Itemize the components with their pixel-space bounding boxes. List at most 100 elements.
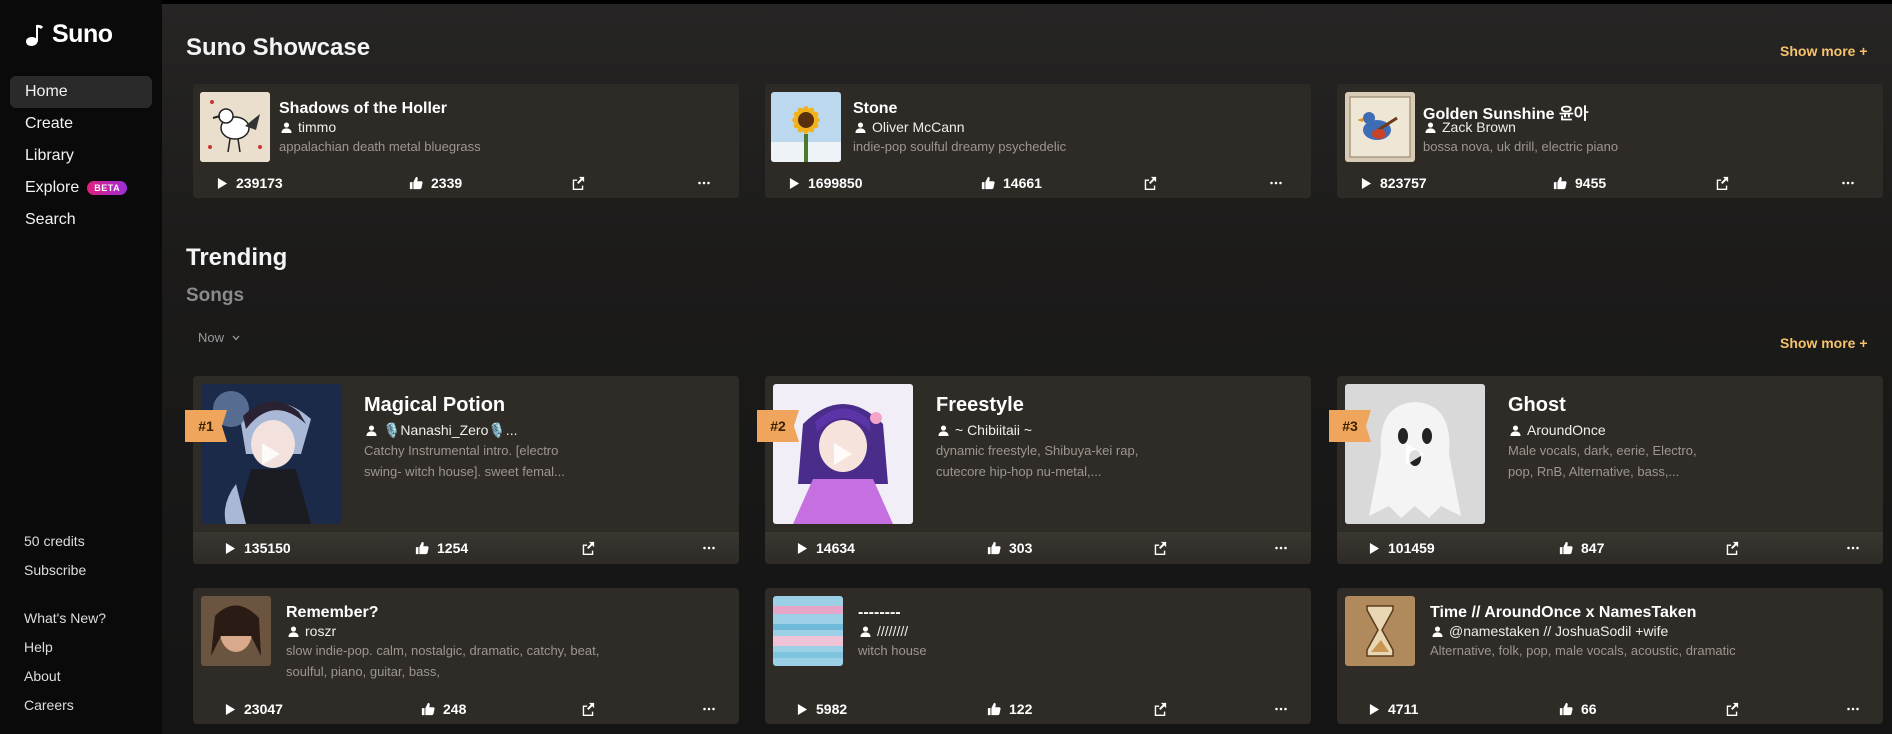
song-cover[interactable] bbox=[771, 92, 841, 162]
song-author[interactable]: roszr bbox=[288, 623, 336, 639]
share-button[interactable] bbox=[581, 541, 595, 555]
like-button[interactable]: 1254 bbox=[415, 540, 468, 556]
share-button[interactable] bbox=[571, 176, 585, 190]
more-options-button[interactable] bbox=[1847, 546, 1859, 550]
thumbs-up-icon bbox=[409, 176, 423, 190]
play-button[interactable]: 239173 bbox=[217, 175, 283, 191]
song-title[interactable]: Magical Potion bbox=[364, 394, 505, 417]
help-link[interactable]: Help bbox=[24, 632, 106, 661]
trending-card[interactable]: #2 Freestyle ~ Chibiitaii ~ dynamic free… bbox=[757, 376, 1311, 564]
time-filter-dropdown[interactable]: Now bbox=[198, 330, 240, 345]
share-button[interactable] bbox=[1715, 176, 1729, 190]
song-author[interactable]: @namestaken // JoshuaSodil +wife bbox=[1432, 623, 1668, 639]
more-options-button[interactable] bbox=[703, 546, 715, 550]
nav-search-label: Search bbox=[25, 211, 76, 228]
song-cover[interactable] bbox=[1345, 384, 1485, 524]
songs-subtitle: Songs bbox=[186, 285, 245, 306]
share-icon bbox=[581, 541, 595, 555]
song-author[interactable]: ~ Chibiitaii ~ bbox=[938, 422, 1032, 438]
showcase-card[interactable]: Shadows of the Holler timmo appalachian … bbox=[193, 84, 739, 198]
share-button[interactable] bbox=[1725, 541, 1739, 555]
like-button[interactable]: 9455 bbox=[1553, 175, 1606, 191]
song-author[interactable]: Oliver McCann bbox=[855, 119, 965, 135]
like-count: 9455 bbox=[1575, 175, 1607, 191]
thumbs-up-icon bbox=[1553, 176, 1567, 190]
song-cover[interactable] bbox=[201, 596, 271, 666]
nav-home[interactable]: Home bbox=[10, 76, 152, 108]
share-button[interactable] bbox=[581, 702, 595, 716]
song-title[interactable]: Shadows of the Holler bbox=[279, 100, 447, 118]
like-button[interactable]: 248 bbox=[421, 701, 466, 717]
thumbs-up-icon bbox=[415, 541, 429, 555]
trending-card[interactable]: Time // AroundOnce x NamesTaken @namesta… bbox=[1337, 588, 1883, 724]
song-author[interactable]: timmo bbox=[281, 119, 336, 135]
song-title[interactable]: Ghost bbox=[1508, 394, 1566, 417]
like-button[interactable]: 2339 bbox=[409, 175, 462, 191]
song-title[interactable]: Time // AroundOnce x NamesTaken bbox=[1430, 604, 1696, 622]
nav-explore[interactable]: Explore BETA bbox=[10, 172, 152, 204]
play-button[interactable]: 823757 bbox=[1361, 175, 1427, 191]
song-cover[interactable] bbox=[201, 384, 341, 524]
more-options-button[interactable] bbox=[703, 707, 715, 711]
like-count: 248 bbox=[443, 701, 467, 717]
song-cover[interactable] bbox=[200, 92, 270, 162]
nav-create[interactable]: Create bbox=[10, 108, 152, 140]
play-count: 14634 bbox=[816, 540, 855, 556]
song-title[interactable]: -------- bbox=[858, 604, 901, 622]
song-cover[interactable] bbox=[1345, 92, 1415, 162]
song-title[interactable]: Remember? bbox=[286, 604, 378, 622]
whats-new-link[interactable]: What's New? bbox=[24, 603, 106, 632]
like-button[interactable]: 303 bbox=[987, 540, 1032, 556]
more-options-button[interactable] bbox=[698, 181, 710, 185]
like-button[interactable]: 14661 bbox=[981, 175, 1042, 191]
share-button[interactable] bbox=[1153, 702, 1167, 716]
nav-search[interactable]: Search bbox=[10, 204, 152, 236]
like-button[interactable]: 66 bbox=[1559, 701, 1597, 717]
trending-card[interactable]: #1 Magical Potion 🎙️Nanashi_Zero🎙️... Ca… bbox=[185, 376, 739, 564]
play-button[interactable]: 4711 bbox=[1369, 701, 1418, 717]
song-cover[interactable] bbox=[1345, 596, 1415, 666]
share-button[interactable] bbox=[1153, 541, 1167, 555]
play-button[interactable]: 135150 bbox=[225, 540, 291, 556]
about-link[interactable]: About bbox=[24, 661, 106, 690]
share-icon bbox=[571, 176, 585, 190]
hourglass-art-icon bbox=[1345, 596, 1415, 666]
more-options-button[interactable] bbox=[1847, 707, 1859, 711]
share-button[interactable] bbox=[1143, 176, 1157, 190]
more-options-button[interactable] bbox=[1270, 181, 1282, 185]
nav-library[interactable]: Library bbox=[10, 140, 152, 172]
like-button[interactable]: 122 bbox=[987, 701, 1032, 717]
song-title[interactable]: Freestyle bbox=[936, 394, 1024, 417]
subscribe-link[interactable]: Subscribe bbox=[24, 555, 86, 584]
song-author[interactable]: AroundOnce bbox=[1510, 422, 1606, 438]
more-options-button[interactable] bbox=[1275, 707, 1287, 711]
footer-links: What's New? Help About Careers bbox=[24, 603, 106, 719]
trending-card[interactable]: #3 Ghost AroundOnce Male vocals, dark, e… bbox=[1329, 376, 1883, 564]
trending-show-more[interactable]: Show more + bbox=[1780, 335, 1868, 351]
song-cover[interactable] bbox=[773, 384, 913, 524]
suno-logo[interactable]: Suno bbox=[24, 20, 113, 49]
song-author[interactable]: Zack Brown bbox=[1425, 119, 1516, 135]
showcase-card[interactable]: Golden Sunshine 윤아 Zack Brown bossa nova… bbox=[1337, 84, 1883, 198]
trending-card[interactable]: Remember? roszr slow indie-pop. calm, no… bbox=[193, 588, 739, 724]
author-name: Zack Brown bbox=[1442, 119, 1516, 135]
showcase-card[interactable]: Stone Oliver McCann indie-pop soulful dr… bbox=[765, 84, 1311, 198]
play-button[interactable]: 101459 bbox=[1369, 540, 1435, 556]
trending-card[interactable]: -------- //////// witch house 5982 122 bbox=[765, 588, 1311, 724]
careers-link[interactable]: Careers bbox=[24, 690, 106, 719]
play-icon bbox=[1369, 542, 1380, 555]
more-options-button[interactable] bbox=[1842, 181, 1854, 185]
play-button[interactable]: 14634 bbox=[797, 540, 855, 556]
song-author[interactable]: 🎙️Nanashi_Zero🎙️... bbox=[366, 422, 517, 439]
more-options-button[interactable] bbox=[1275, 546, 1287, 550]
like-button[interactable]: 847 bbox=[1559, 540, 1604, 556]
play-button[interactable]: 23047 bbox=[225, 701, 283, 717]
song-author[interactable]: //////// bbox=[860, 623, 908, 639]
nav-create-label: Create bbox=[25, 115, 74, 132]
play-button[interactable]: 5982 bbox=[797, 701, 847, 717]
share-button[interactable] bbox=[1725, 702, 1739, 716]
song-cover[interactable] bbox=[773, 596, 843, 666]
showcase-show-more[interactable]: Show more + bbox=[1780, 43, 1868, 59]
song-title[interactable]: Stone bbox=[853, 100, 897, 118]
play-button[interactable]: 1699850 bbox=[789, 175, 863, 191]
